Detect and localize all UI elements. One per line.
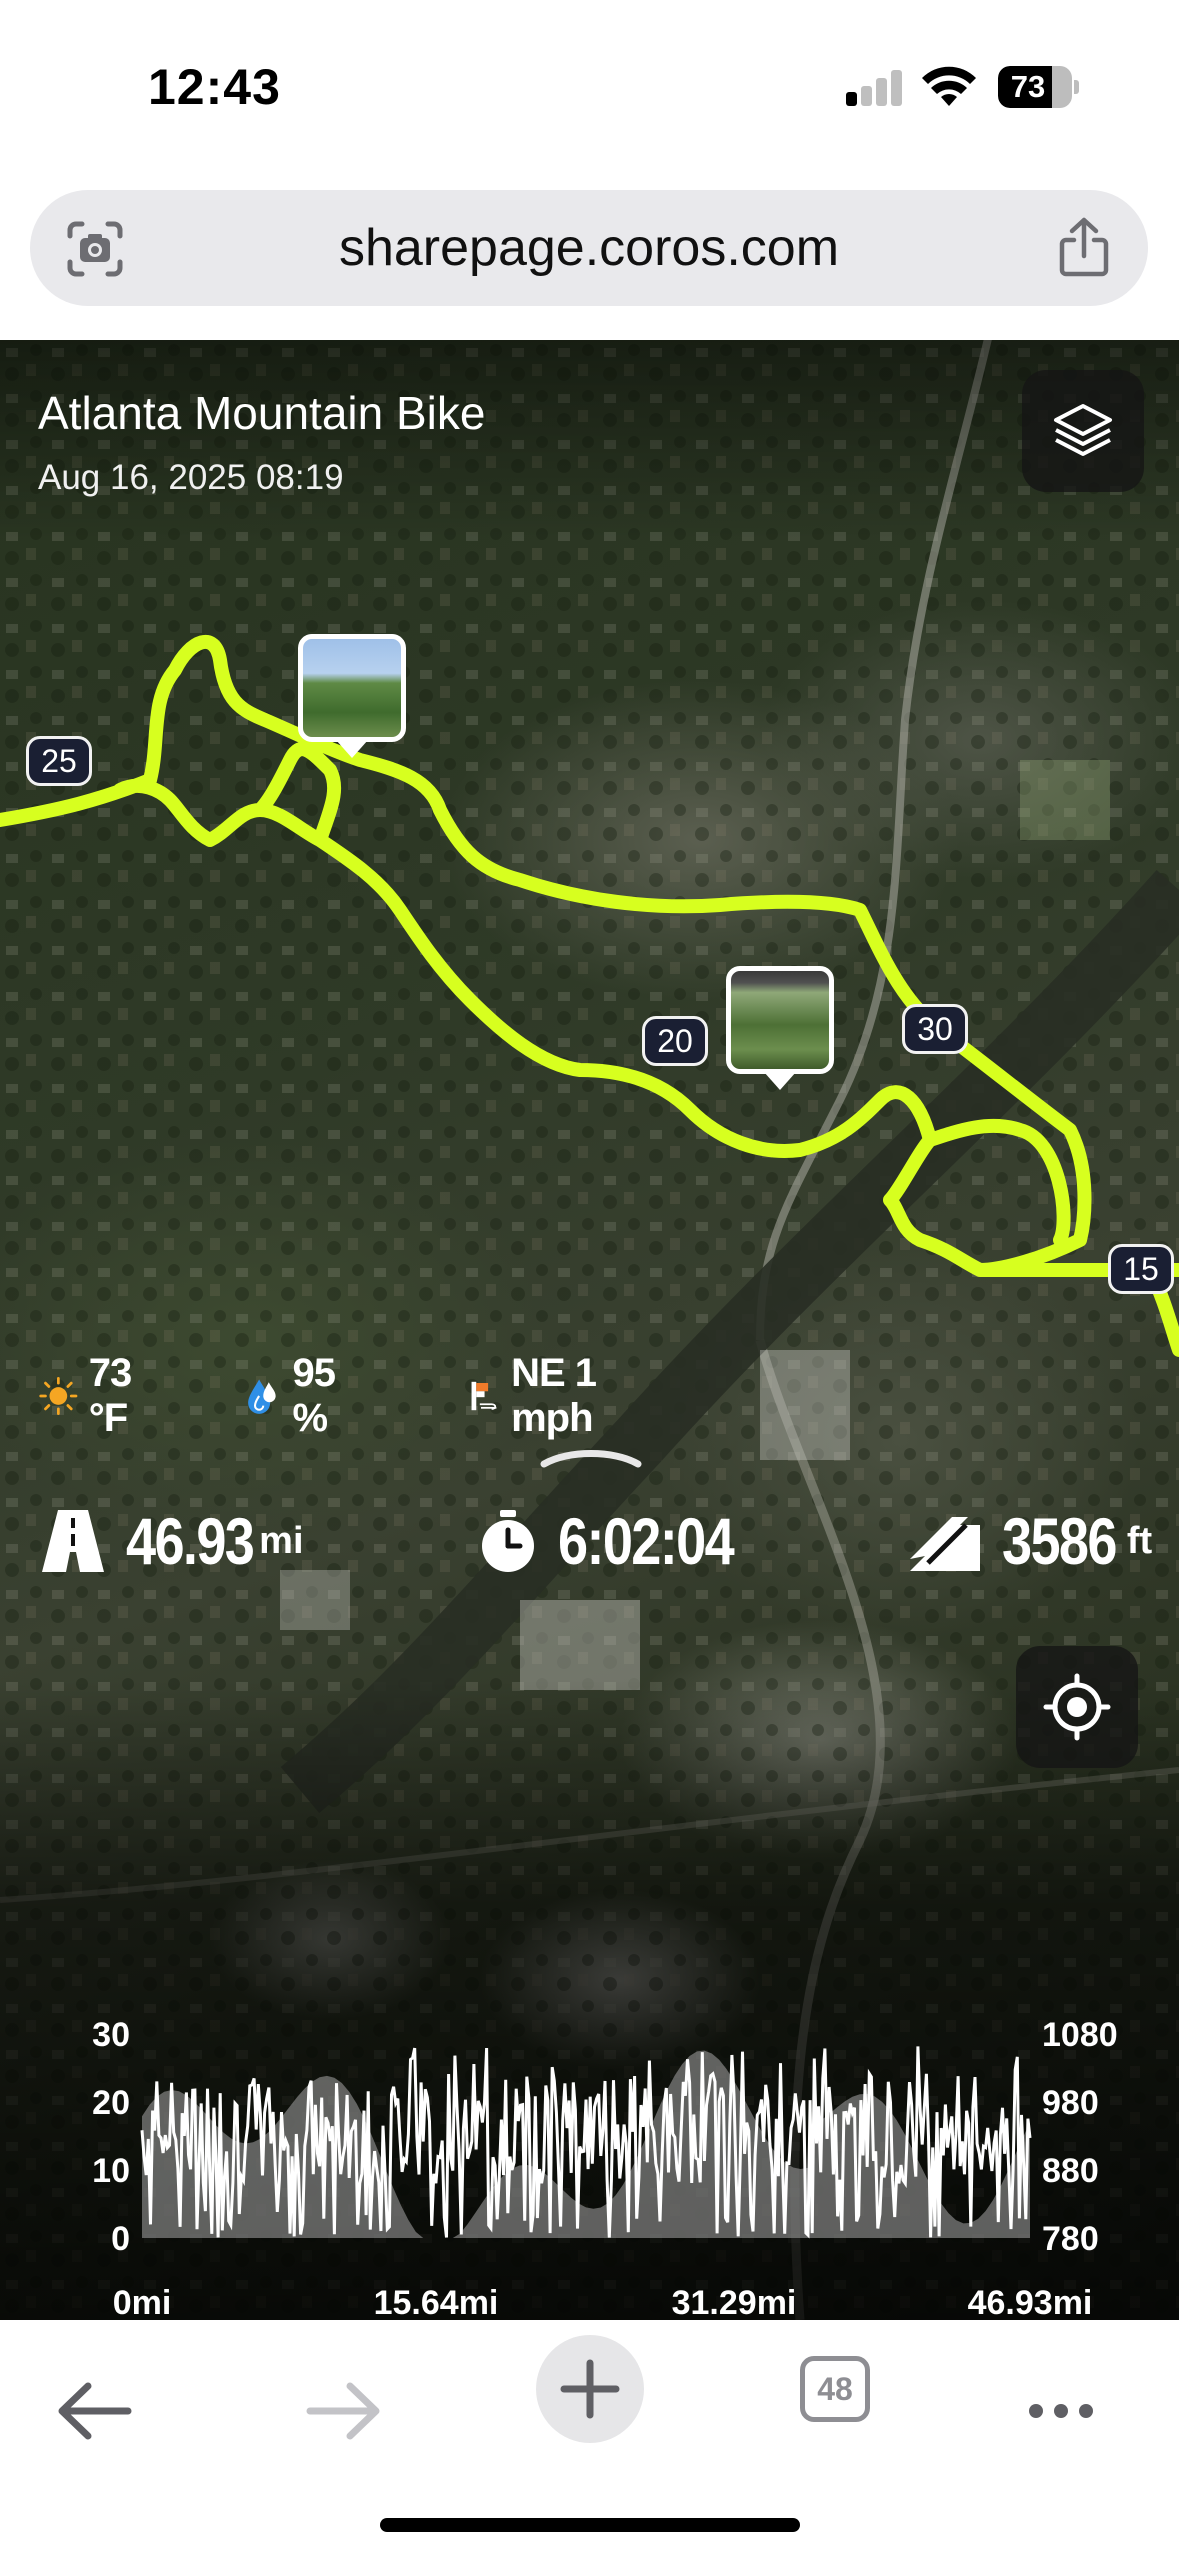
duration-value: 6:02:04	[558, 1504, 735, 1578]
photo-marker[interactable]	[726, 966, 834, 1074]
y-right-tick: 980	[1042, 2084, 1099, 2122]
humidity-text: 95 %	[292, 1351, 336, 1440]
wind-icon	[471, 1381, 497, 1411]
forward-arrow-icon[interactable]	[288, 2356, 398, 2466]
stopwatch-icon	[482, 1510, 534, 1572]
wifi-icon	[922, 66, 976, 106]
home-indicator[interactable]	[380, 2518, 800, 2532]
address-bar[interactable]: sharepage.coros.com	[30, 190, 1148, 306]
activity-title: Atlanta Mountain Bike	[38, 387, 486, 439]
mile-marker-15[interactable]: 15	[1108, 1244, 1174, 1294]
distance-unit: mi	[259, 1519, 304, 1562]
x-tick: 31.29mi	[672, 2284, 797, 2318]
drawer-handle[interactable]	[538, 1448, 644, 1468]
mile-marker-20[interactable]: 20	[642, 1016, 708, 1066]
cellular-signal-icon	[846, 68, 904, 106]
tabs-button[interactable]: 48	[800, 2356, 870, 2422]
distance-value: 46.93	[126, 1504, 255, 1578]
share-icon[interactable]	[1056, 216, 1112, 278]
status-time: 12:43	[148, 59, 281, 115]
sun-icon	[39, 1376, 78, 1416]
locate-icon	[1043, 1673, 1111, 1741]
url-text[interactable]: sharepage.coros.com	[30, 190, 1148, 306]
map-layers-button[interactable]	[1022, 370, 1144, 492]
speed-elevation-chart[interactable]: 30 20 10 0 1080 980 880 780 0mi 15.64mi …	[0, 1988, 1179, 2318]
photo-marker[interactable]	[298, 634, 406, 742]
more-options-icon[interactable]	[1006, 2356, 1116, 2466]
wind-text: NE 1 mph	[511, 1351, 597, 1440]
duration-stat: 6:02:04	[478, 1496, 772, 1586]
elevation-stat: 3586 ft	[908, 1496, 1152, 1586]
y-right-tick: 880	[1042, 2152, 1099, 2190]
chart-svg: 30 20 10 0 1080 980 880 780 0mi 15.64mi …	[92, 2016, 1118, 2318]
y-left-tick: 10	[92, 2152, 130, 2190]
temperature-item: 73 °F	[38, 1351, 151, 1440]
y-left-tick: 0	[111, 2220, 130, 2258]
elevation-value: 3586	[1002, 1504, 1117, 1578]
photo-marker-pointer	[764, 1072, 796, 1090]
layers-icon	[1054, 404, 1112, 456]
distance-stat: 46.93 mi	[40, 1496, 304, 1586]
x-tick: 0mi	[113, 2284, 172, 2318]
temperature-text: 73 °F	[88, 1351, 132, 1440]
x-tick: 46.93mi	[968, 2284, 1093, 2318]
road-icon	[42, 1510, 104, 1572]
water-drop-icon	[248, 1379, 276, 1414]
activity-date: Aug 16, 2025 08:19	[38, 458, 344, 497]
wind-item: NE 1 mph	[468, 1351, 615, 1440]
elevation-unit: ft	[1126, 1519, 1153, 1562]
back-arrow-icon[interactable]	[40, 2356, 150, 2466]
y-left-tick: 20	[92, 2084, 130, 2122]
elevation-icon	[910, 1517, 980, 1571]
mile-marker-30[interactable]: 30	[902, 1004, 968, 1054]
new-tab-button[interactable]	[536, 2335, 644, 2443]
battery-level: 73	[1010, 69, 1046, 104]
y-right-tick: 1080	[1042, 2016, 1118, 2054]
recenter-button[interactable]	[1016, 1646, 1138, 1768]
y-left-tick: 30	[92, 2016, 130, 2054]
summary-stats: 46.93 mi 6:02:04 3586 ft	[0, 1496, 1179, 1586]
photo-marker-pointer	[336, 740, 368, 758]
status-bar: 12:43 73	[0, 0, 1179, 180]
plus-icon	[560, 2359, 620, 2419]
battery-icon: 73	[998, 66, 1079, 108]
x-tick: 15.64mi	[374, 2284, 499, 2318]
route-map[interactable]: 25 20 30 15 Atlanta Mountain Bike Aug 16…	[0, 340, 1179, 2320]
y-right-tick: 780	[1042, 2220, 1099, 2258]
humidity-item: 95 %	[244, 1351, 353, 1440]
mile-marker-25[interactable]: 25	[26, 736, 92, 786]
